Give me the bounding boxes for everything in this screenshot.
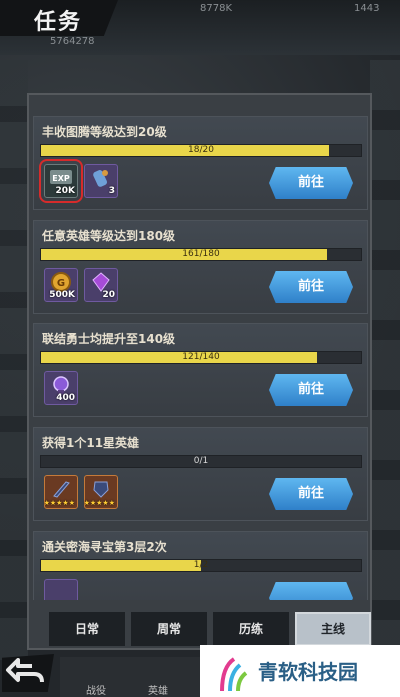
star-rating: ★★★★★ xyxy=(83,499,115,507)
reward-qty: 20K xyxy=(55,186,76,196)
progress-bar: 0/1 xyxy=(40,455,362,468)
go-button[interactable]: 前往 xyxy=(269,374,353,406)
reward-item[interactable] xyxy=(44,579,78,600)
reward-item[interactable]: 3 xyxy=(84,164,118,198)
go-button[interactable]: 前往 xyxy=(269,271,353,303)
quest-card: 任意英雄等级达到180级 161/180 G 500K 20 前往 xyxy=(33,220,368,314)
quest-card: 联结勇士均提升至140级 121/140 400 前往 xyxy=(33,323,368,417)
reward-item[interactable]: EXP 20K xyxy=(39,159,83,203)
quest-title: 获得1个11星英雄 xyxy=(42,436,140,450)
tab-weekly[interactable]: 周常 xyxy=(131,612,207,646)
exp-label: EXP xyxy=(52,174,70,183)
gem-stat: 1443 xyxy=(354,3,380,14)
star-rating: ★★★★★ xyxy=(43,499,75,507)
bottom-nav xyxy=(60,657,200,697)
quest-card: 获得1个11星英雄 0/1 ★★★★★ ★★★★★ 前往 xyxy=(33,427,368,521)
power-stat: 5764278 xyxy=(50,36,95,47)
reward-item[interactable]: 20 xyxy=(84,268,118,302)
tab-training[interactable]: 历练 xyxy=(213,612,289,646)
gold-stat: 8778K xyxy=(200,3,233,14)
back-button[interactable] xyxy=(2,654,54,692)
nav-item-heroes[interactable]: 英雄 xyxy=(148,682,168,697)
quest-list[interactable]: 丰收图腾等级达到20级 18/20 EXP 20K 3 前往 任意英雄等级达到1… xyxy=(33,116,368,600)
reward-item[interactable]: ★★★★★ xyxy=(84,475,118,509)
quest-card: 通关密海寻宝第3层2次 1/2 xyxy=(33,531,368,600)
watermark-text: 青软科技园 xyxy=(258,660,358,684)
armor-item-icon xyxy=(88,478,114,500)
quest-title: 任意英雄等级达到180级 xyxy=(42,229,176,243)
nav-item-battle[interactable]: 战役 xyxy=(86,682,106,697)
go-button[interactable] xyxy=(269,582,353,600)
progress-bar: 161/180 xyxy=(40,248,362,261)
progress-text: 121/140 xyxy=(182,352,220,362)
left-background-menu xyxy=(0,60,28,660)
reward-item[interactable]: 400 xyxy=(44,371,78,405)
tab-main[interactable]: 主线 xyxy=(295,612,371,646)
quest-title: 通关密海寻宝第3层2次 xyxy=(42,540,167,554)
reward-item[interactable]: G 500K xyxy=(44,268,78,302)
reward-qty: 500K xyxy=(49,290,75,300)
reward-item[interactable]: ★★★★★ xyxy=(44,475,78,509)
tab-daily[interactable]: 日常 xyxy=(49,612,125,646)
weapon-item-icon xyxy=(48,478,74,500)
progress-bar: 18/20 xyxy=(40,144,362,157)
progress-text: 18/20 xyxy=(188,145,214,155)
page-title: 任务 xyxy=(34,10,83,35)
quest-card: 丰收图腾等级达到20级 18/20 EXP 20K 3 前往 xyxy=(33,116,368,210)
logo-icon xyxy=(220,657,248,692)
quest-title: 丰收图腾等级达到20级 xyxy=(42,125,167,139)
progress-text: 161/180 xyxy=(182,249,220,259)
svg-text:G: G xyxy=(57,278,65,289)
go-button[interactable]: 前往 xyxy=(269,167,353,199)
progress-bar: 1/2 xyxy=(40,559,362,572)
quest-title: 联结勇士均提升至140级 xyxy=(42,332,176,346)
go-button[interactable]: 前往 xyxy=(269,478,353,510)
reward-qty: 400 xyxy=(56,393,75,403)
progress-bar: 121/140 xyxy=(40,351,362,364)
reward-qty: 20 xyxy=(102,290,115,300)
right-background-menu xyxy=(370,60,400,660)
back-arrow-icon xyxy=(6,658,44,683)
progress-text: 0/1 xyxy=(193,456,209,466)
tab-bar: 日常 周常 历练 主线 xyxy=(49,612,371,646)
progress-text: 1/2 xyxy=(193,560,209,570)
reward-qty: 3 xyxy=(108,186,115,196)
